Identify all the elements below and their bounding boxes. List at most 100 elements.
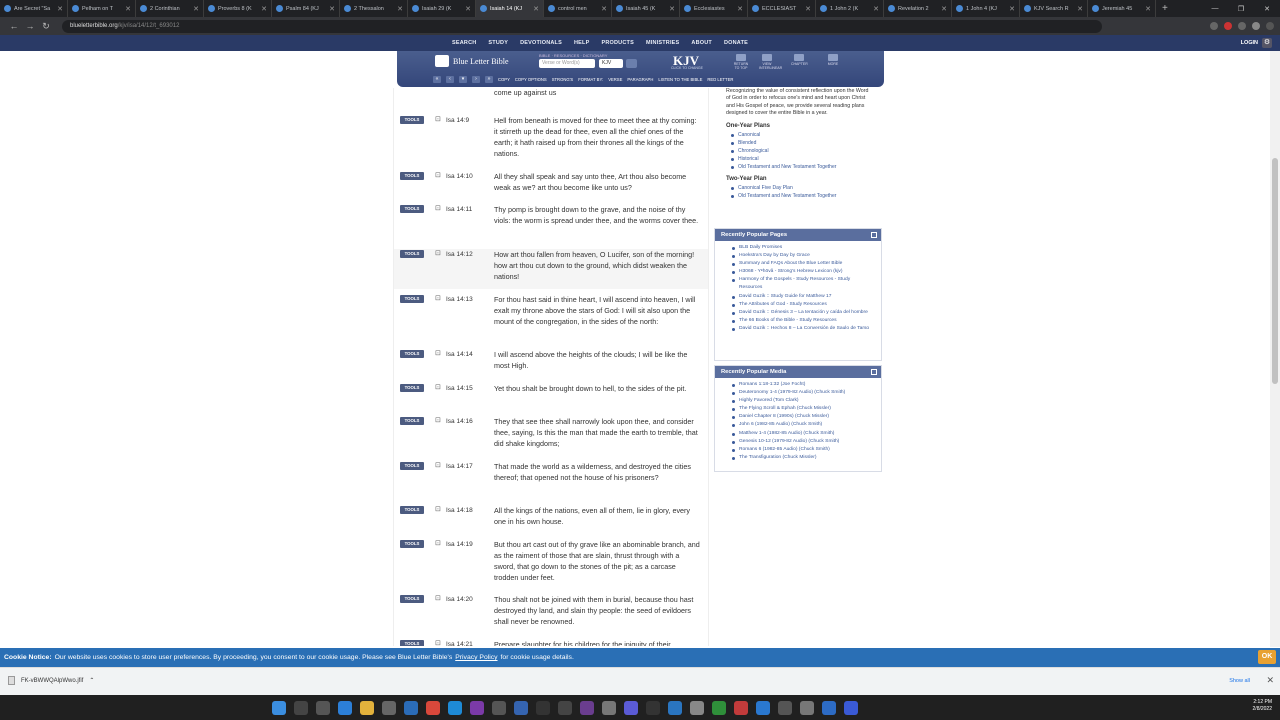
list-item[interactable]: Romans 1:18-1:32 (Joe Focht): [732, 381, 873, 389]
close-tab-icon[interactable]: ✕: [397, 5, 403, 13]
xbox-icon[interactable]: [712, 700, 726, 715]
tools-button[interactable]: TOOLS: [400, 540, 424, 548]
windows-start-icon[interactable]: [272, 700, 286, 715]
browser-tab[interactable]: 2 Corinthian ✕: [136, 0, 204, 17]
browser-tab[interactable]: Isaiah 14 (KJ ✕: [476, 0, 544, 17]
tools-button[interactable]: TOOLS: [400, 295, 424, 303]
list-item[interactable]: David Guzik :: Hechos 8 – La Conversión …: [732, 325, 873, 333]
bookmark-icon[interactable]: ⊡: [435, 539, 441, 547]
close-tab-icon[interactable]: ✕: [873, 5, 879, 13]
collapse-icon[interactable]: [871, 232, 877, 238]
nav-item-devotionals[interactable]: DEVOTIONALS: [520, 40, 562, 46]
browser-tab[interactable]: Revelation 2 ✕: [884, 0, 952, 17]
list-item[interactable]: Canonical Five Day Plan: [731, 184, 870, 192]
page-scrollbar[interactable]: [1270, 51, 1280, 647]
list-item[interactable]: Chronological: [731, 147, 870, 155]
tools-button[interactable]: TOOLS: [400, 462, 424, 470]
tools-button[interactable]: TOOLS: [400, 506, 424, 514]
verse-search-input[interactable]: Verse or Word(s): [539, 59, 595, 68]
tools-button[interactable]: TOOLS: [400, 417, 424, 425]
nav-item-search[interactable]: SEARCH: [452, 40, 476, 46]
last-chapter-icon[interactable]: »: [485, 76, 493, 83]
tools-button[interactable]: TOOLS: [400, 595, 424, 603]
next-chapter-icon[interactable]: ›: [472, 76, 480, 83]
more-icon[interactable]: MORE: [825, 54, 841, 68]
listen-button[interactable]: LISTEN TO THE BIBLE: [658, 77, 702, 82]
close-window-button[interactable]: ✕: [1254, 5, 1280, 13]
verse-format-button[interactable]: VERSE: [608, 77, 622, 82]
verse-reference[interactable]: Isa 14:17: [446, 463, 473, 470]
bookmark-icon[interactable]: ⊡: [435, 416, 441, 424]
tools-button[interactable]: TOOLS: [400, 350, 424, 358]
browser-tab[interactable]: Pelham on T ✕: [68, 0, 136, 17]
close-tab-icon[interactable]: ✕: [329, 5, 335, 13]
bookmark-icon[interactable]: ⊡: [435, 294, 441, 302]
browser-tab[interactable]: Isaiah 29 (K ✕: [408, 0, 476, 17]
list-item[interactable]: Genesis 10-12 (1979-82 Audio) (Chuck Smi…: [732, 438, 873, 446]
back-icon[interactable]: ←: [6, 21, 22, 31]
verse-reference[interactable]: Isa 14:12: [446, 251, 473, 258]
nav-item-about[interactable]: ABOUT: [691, 40, 712, 46]
verse-reference[interactable]: Isa 14:14: [446, 351, 473, 358]
browser-tab[interactable]: Jeremiah 45 ✕: [1088, 0, 1156, 17]
list-item[interactable]: The Attributes of God - Study Resources: [732, 301, 873, 309]
system-clock[interactable]: 2:12 PM 2/8/2022: [1253, 699, 1272, 713]
copy-options-button[interactable]: COPY OPTIONS: [515, 77, 547, 82]
app-icon[interactable]: [690, 700, 704, 715]
store-icon[interactable]: [382, 700, 396, 715]
list-item[interactable]: Blended: [731, 139, 870, 147]
close-tab-icon[interactable]: ✕: [737, 5, 743, 13]
list-item[interactable]: Matthew 1-4 (1982-85 Audio) (Chuck Smith…: [732, 430, 873, 438]
visio-icon[interactable]: [514, 700, 528, 715]
widgets-icon[interactable]: [338, 700, 352, 715]
bookmark-icon[interactable]: ⊡: [435, 505, 441, 513]
app-icon[interactable]: [602, 700, 616, 715]
close-tab-icon[interactable]: ✕: [601, 5, 607, 13]
privacy-policy-link[interactable]: Privacy Policy: [455, 654, 497, 661]
nav-item-products[interactable]: PRODUCTS: [601, 40, 633, 46]
list-item[interactable]: Daniel Chapter 8 (1990s) (Chuck Missler): [732, 413, 873, 421]
pen-icon[interactable]: [558, 700, 572, 715]
close-tab-icon[interactable]: ✕: [1009, 5, 1015, 13]
verse-reference[interactable]: Isa 14:11: [446, 206, 472, 213]
bookmark-icon[interactable]: ⊡: [435, 594, 441, 602]
url-field[interactable]: blueletterbible.org /kjv/isa/14/12/t_693…: [62, 19, 1102, 33]
close-tab-icon[interactable]: ✕: [57, 5, 63, 13]
interlinear-icon[interactable]: VIEW INTERLINEAR: [759, 54, 782, 70]
list-item[interactable]: Historical: [731, 155, 870, 163]
search-button[interactable]: [626, 59, 637, 68]
verse-reference[interactable]: Isa 14:15: [446, 385, 473, 392]
chevron-up-icon[interactable]: ⌃: [89, 677, 94, 684]
list-item[interactable]: H3068 - Yᵉhōvâ - Strong's Hebrew Lexicon…: [732, 268, 873, 276]
verse-reference[interactable]: Isa 14:13: [446, 296, 473, 303]
search-icon[interactable]: [294, 700, 308, 715]
version-select[interactable]: KJV: [599, 59, 623, 68]
paragraph-format-button[interactable]: PARAGRAPH: [627, 77, 653, 82]
tools-button[interactable]: TOOLS: [400, 640, 424, 646]
tools-button[interactable]: TOOLS: [400, 172, 424, 180]
prev-chapter-icon[interactable]: ‹: [446, 76, 454, 83]
bookmark-icon[interactable]: ⊡: [435, 461, 441, 469]
checklist-icon[interactable]: [404, 700, 418, 715]
nav-item-ministries[interactable]: MINISTRIES: [646, 40, 679, 46]
red-letter-button[interactable]: RED LETTER: [707, 77, 733, 82]
close-tab-icon[interactable]: ✕: [1077, 5, 1083, 13]
browser-tab[interactable]: Proverbs 8 (K ✕: [204, 0, 272, 17]
close-tab-icon[interactable]: ✕: [533, 5, 539, 13]
extension-icon[interactable]: [1210, 22, 1218, 30]
app-icon[interactable]: [668, 700, 682, 715]
close-tab-icon[interactable]: ✕: [805, 5, 811, 13]
tools-button[interactable]: TOOLS: [400, 205, 424, 213]
close-tab-icon[interactable]: ✕: [193, 5, 199, 13]
browser-tab[interactable]: Psalm 84 (KJ ✕: [272, 0, 340, 17]
list-item[interactable]: Summary and FAQs About the Blue Letter B…: [732, 260, 873, 268]
browser-tab[interactable]: control men ✕: [544, 0, 612, 17]
app-icon[interactable]: [778, 700, 792, 715]
list-item[interactable]: The Transfiguration (Chuck Missler): [732, 454, 873, 462]
list-item[interactable]: Old Testament and New Testament Together: [731, 192, 870, 200]
strongs-button[interactable]: STRONG'S: [552, 77, 574, 82]
first-chapter-icon[interactable]: «: [433, 76, 441, 83]
nav-item-study[interactable]: STUDY: [488, 40, 508, 46]
scrollbar-thumb[interactable]: [1272, 158, 1278, 384]
app-icon[interactable]: [844, 700, 858, 715]
